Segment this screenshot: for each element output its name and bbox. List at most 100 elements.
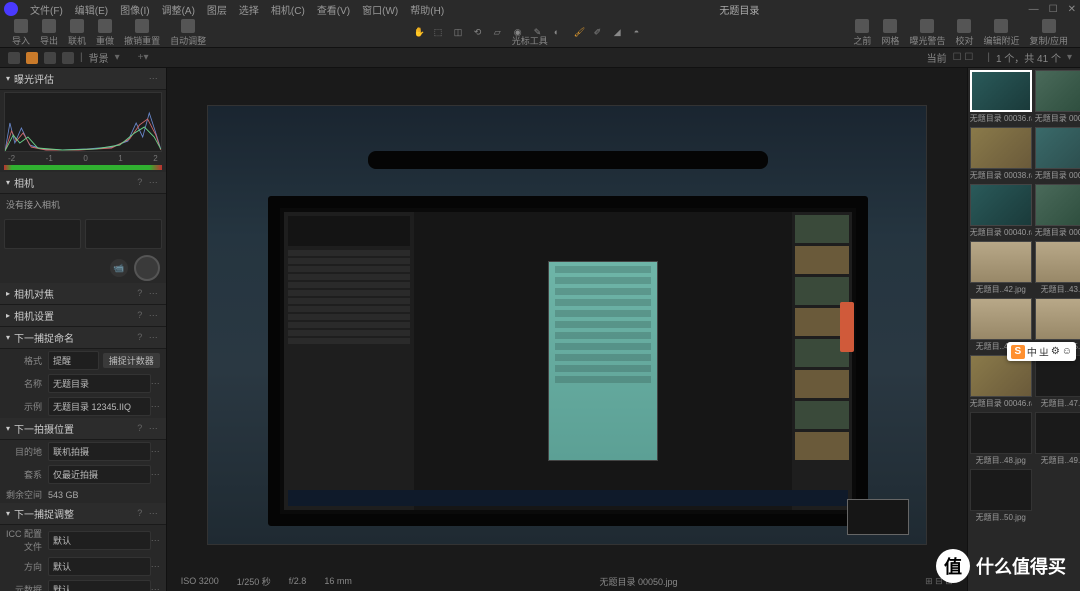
field-input[interactable]: 提醒	[48, 351, 99, 370]
auto-icon	[181, 19, 195, 33]
thumbnail[interactable]: 无题目录 00041.raf	[1035, 184, 1080, 238]
form-row: 格式提醒捕捉计数器	[0, 349, 166, 372]
sogou-icon: S	[1011, 345, 1025, 359]
thumbnail[interactable]: 无题目..43.jpg	[1035, 241, 1080, 295]
histogram-head[interactable]: ▾曝光评估⋯	[0, 68, 166, 90]
status-current: 当前	[927, 50, 947, 65]
aperture-label: f/2.8	[289, 576, 307, 586]
import-icon	[14, 19, 28, 33]
histogram	[4, 92, 162, 152]
viewer: ISO 3200 1/250 秒 f/2.8 16 mm 无题目录 00050.…	[167, 68, 967, 591]
next-name-head[interactable]: ▾下一捕捉命名? ⋯	[0, 327, 166, 349]
thumbnail-label: 无题目录 00040.raf	[970, 227, 1032, 238]
video-button[interactable]: 📹	[110, 259, 128, 277]
field-label: 目的地	[6, 445, 48, 458]
thumbnail[interactable]: 无题目..42.jpg	[970, 241, 1032, 295]
capture-tab-icon[interactable]	[26, 52, 38, 64]
window-button[interactable]: ✕	[1068, 4, 1076, 15]
thumbnail[interactable]: 无题目录 00046.raf	[970, 355, 1032, 409]
thumbnail-image	[1035, 298, 1080, 340]
thumbnail-label: 无题目..50.jpg	[976, 512, 1026, 523]
window-title: 无题目录	[450, 2, 1028, 17]
menu-item[interactable]: 调整(A)	[156, 6, 201, 17]
thumbnail[interactable]: 无题目..47.jpg	[1035, 355, 1080, 409]
more-icon[interactable]: ⋯	[151, 561, 160, 572]
tool-group-label: 光标工具	[0, 34, 1070, 47]
more-icon[interactable]: ⋯	[151, 378, 160, 389]
focus-head[interactable]: ▸相机对焦? ⋯	[0, 283, 166, 305]
thumbnail[interactable]: 无题目..48.jpg	[970, 412, 1032, 466]
menu-item[interactable]: 相机(C)	[265, 6, 311, 17]
thumbnail-image	[970, 412, 1032, 454]
thumbnail-label: 无题目录 00039.raf	[1035, 170, 1080, 181]
undo-icon	[98, 19, 112, 33]
thumbnail-image	[1035, 127, 1080, 169]
menu-item[interactable]: 查看(V)	[311, 6, 356, 17]
thumbnail[interactable]: 无题目录 00037.raf	[1035, 70, 1080, 124]
thumbnail-label: 无题目..49.jpg	[1041, 455, 1080, 466]
main-image[interactable]	[207, 105, 927, 545]
more-icon[interactable]: ⋯	[151, 401, 160, 412]
watermark: 值 什么值得买	[936, 549, 1066, 583]
browser-icon[interactable]	[8, 52, 20, 64]
settings-head[interactable]: ▸相机设置? ⋯	[0, 305, 166, 327]
thumbnail[interactable]: 无题目..49.jpg	[1035, 412, 1080, 466]
menu-item[interactable]: 选择	[233, 6, 265, 17]
adjust-tab-icon[interactable]	[44, 52, 56, 64]
thumbnail-image	[970, 127, 1032, 169]
thumbnail[interactable]: 无题目录 00040.raf	[970, 184, 1032, 238]
apply-icon	[1042, 19, 1056, 33]
window-button[interactable]: —	[1029, 4, 1039, 15]
camera-head[interactable]: ▾相机? ⋯	[0, 172, 166, 194]
shutter-label: 1/250 秒	[237, 575, 271, 588]
thumbnail[interactable]: 无题目录 00038.raf	[970, 127, 1032, 181]
thumbnail-image	[1035, 355, 1080, 397]
form-row: 目的地联机拍摄 ⋯	[0, 440, 166, 463]
menu-item[interactable]: 窗口(W)	[356, 6, 404, 17]
form-row: 套系仅最近拍摄 ⋯	[0, 463, 166, 486]
field-input[interactable]: 默认	[48, 557, 151, 576]
more-icon[interactable]: ⋯	[151, 469, 160, 480]
exposure-bar[interactable]	[4, 165, 162, 170]
form-row: 剩余空间543 GB	[0, 486, 166, 503]
count-label: 1 个，共 41 个	[996, 50, 1061, 65]
field-label: 剩余空间	[6, 488, 48, 501]
field-input[interactable]: 无题目录 12345.IIQ	[48, 397, 151, 416]
menu-item[interactable]: 图层	[201, 6, 233, 17]
navigator[interactable]	[847, 499, 957, 539]
menubar: 文件(F)编辑(E)图像(I)调整(A)图层选择相机(C)查看(V)窗口(W)帮…	[0, 0, 1080, 18]
more-icon[interactable]: ⋯	[151, 446, 160, 457]
menu-item[interactable]: 文件(F)	[24, 6, 69, 17]
next-adj-head[interactable]: ▾下一捕捉调整? ⋯	[0, 503, 166, 525]
menu-item[interactable]: 帮助(H)	[404, 6, 450, 17]
thumbnail[interactable]: 无题目..50.jpg	[970, 469, 1032, 523]
field-input[interactable]: 默认	[48, 531, 151, 550]
watermark-badge: 值	[936, 549, 970, 583]
menu-item[interactable]: 图像(I)	[114, 6, 155, 17]
window-button[interactable]: ☐	[1049, 4, 1058, 15]
field-input[interactable]: 联机拍摄	[48, 442, 151, 461]
field-badge[interactable]: 捕捉计数器	[103, 353, 160, 368]
ime-indicator[interactable]: S 中ㄓ⚙☺	[1007, 342, 1076, 361]
grid-icon	[883, 19, 897, 33]
prev-icon	[855, 19, 869, 33]
proof-icon	[957, 19, 971, 33]
field-input[interactable]: 仅最近拍摄	[48, 465, 151, 484]
menu-item[interactable]: 编辑(E)	[69, 6, 114, 17]
cam-preview-1	[4, 219, 81, 249]
form-row: 示例无题目录 12345.IIQ ⋯	[0, 395, 166, 418]
field-input[interactable]: 默认	[48, 580, 151, 591]
thumbnail-label: 无题目..47.jpg	[1041, 398, 1080, 409]
warn-icon	[920, 19, 934, 33]
thumbnail[interactable]: 无题目录 00039.raf	[1035, 127, 1080, 181]
field-input[interactable]: 无题目录	[48, 374, 151, 393]
more-icon[interactable]: ⋯	[151, 584, 160, 591]
next-loc-head[interactable]: ▾下一拍摄位置? ⋯	[0, 418, 166, 440]
thumbnail-image	[970, 184, 1032, 226]
more-icon[interactable]: ⋯	[151, 535, 160, 546]
thumbnail[interactable]: 无题目录 00036.raf	[970, 70, 1032, 124]
layer-crumb[interactable]: 背景	[89, 50, 109, 65]
thumbnail-label: 无题目录 00041.raf	[1035, 227, 1080, 238]
shutter-button[interactable]	[134, 255, 160, 281]
output-tab-icon[interactable]	[62, 52, 74, 64]
